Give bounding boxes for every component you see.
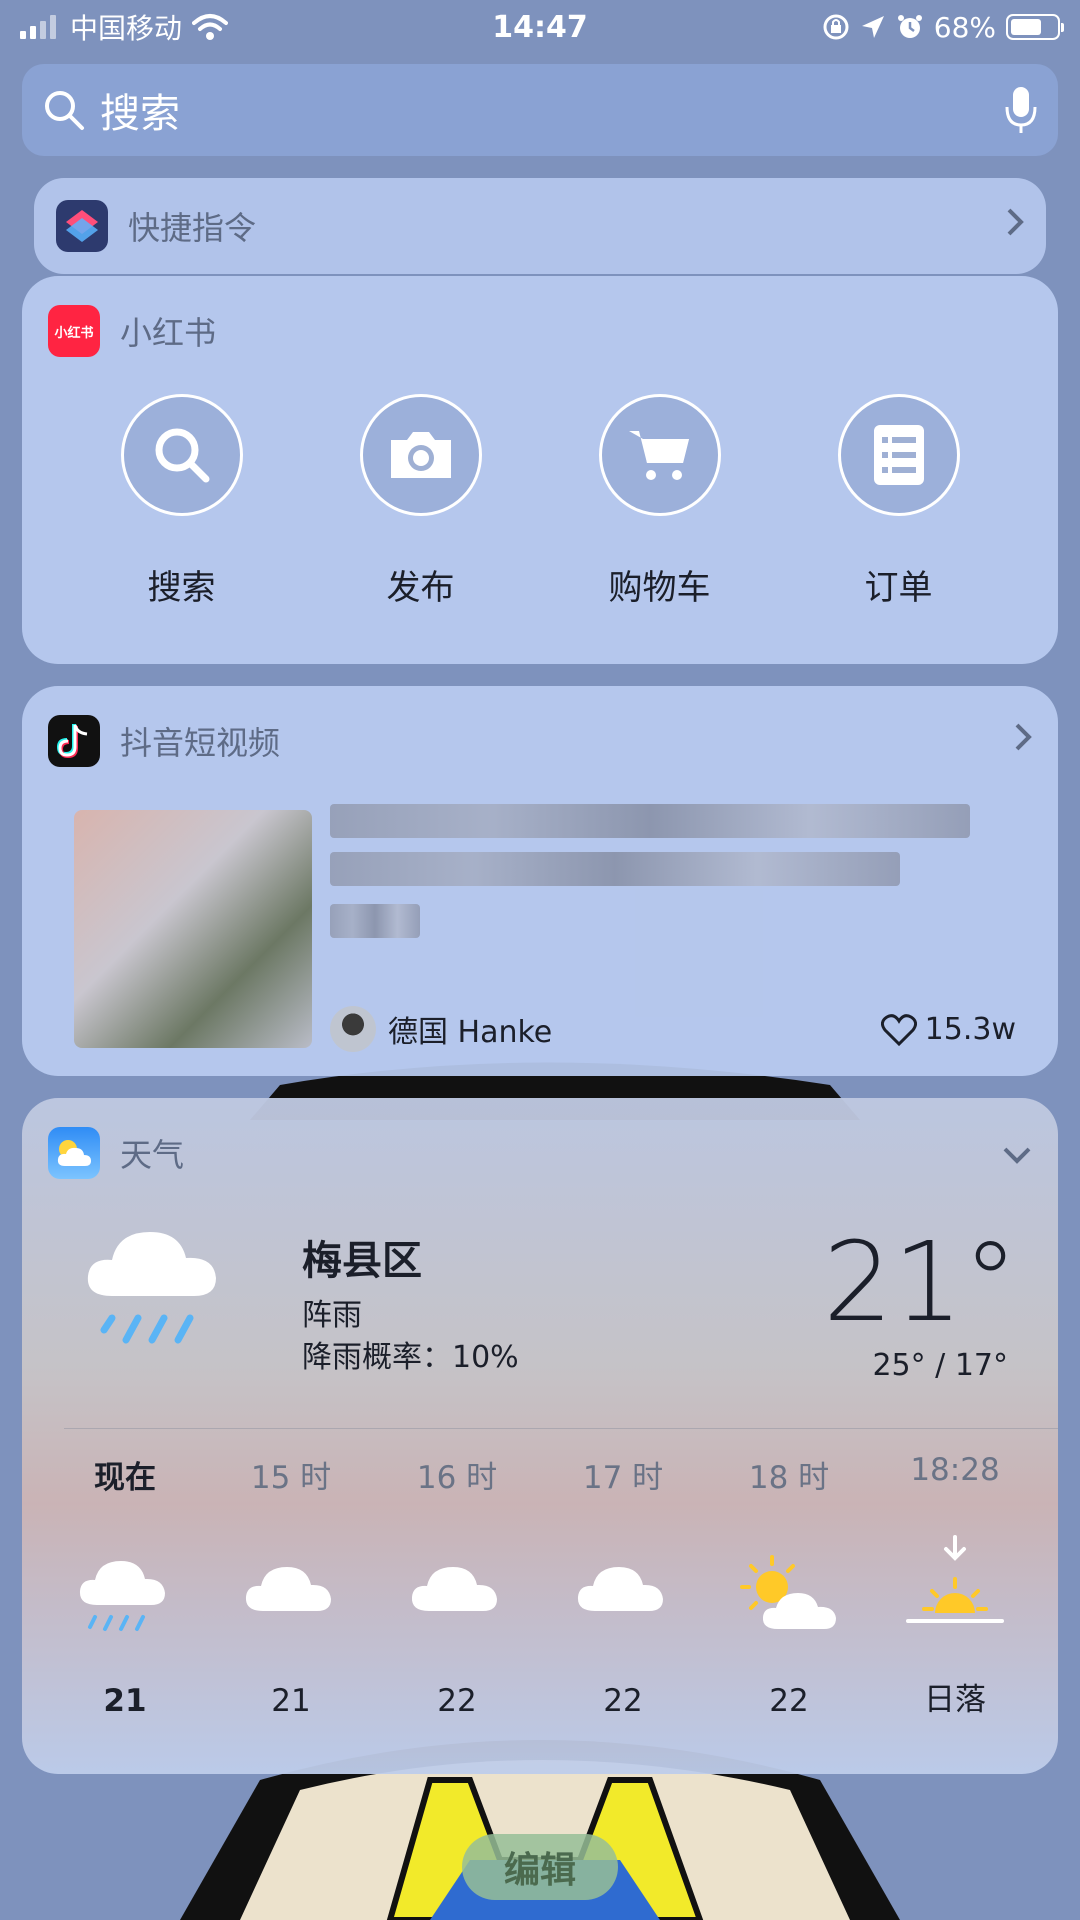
mic-icon[interactable] [1004, 85, 1038, 135]
shortcuts-widget[interactable]: 快捷指令 [34, 178, 1046, 274]
hourly-forecast: 现在 21 15 时 21 16 时 22 17 时 22 18 时 22 18… [22, 1452, 1058, 1719]
hour-forecast: 现在 21 [42, 1452, 208, 1719]
search-icon[interactable] [120, 394, 243, 516]
hour-value: 22 [603, 1683, 643, 1719]
weather-condition: 阵雨 [302, 1298, 362, 1333]
battery-percent: 68% [933, 10, 996, 44]
hour-value: 21 [271, 1683, 311, 1719]
hour-forecast: 18 时 22 [706, 1452, 872, 1719]
wifi-icon [192, 14, 229, 40]
cloud-icon [577, 1567, 663, 1611]
douyin-title: 抖音短视频 [120, 724, 281, 762]
edit-button[interactable]: 编辑 [462, 1834, 618, 1900]
weather-app-icon [48, 1127, 100, 1179]
search-icon [45, 91, 84, 130]
hour-forecast: 17 时 22 [540, 1452, 706, 1719]
xhs-orders-action[interactable]: 订单 [799, 394, 999, 609]
chevron-down-icon[interactable] [1002, 1133, 1032, 1173]
temperature-range: 25° / 17° [872, 1348, 1008, 1383]
video-caption-blurred [330, 804, 970, 952]
xhs-cart-action[interactable]: 购物车 [560, 394, 760, 609]
signal-icon [20, 15, 56, 39]
rotation-lock-icon [823, 14, 849, 40]
douyin-widget[interactable]: 抖音短视频 德国 Hanke 15.3w [22, 686, 1058, 1076]
hour-forecast: 15 时 21 [208, 1452, 374, 1719]
video-thumbnail[interactable] [74, 810, 312, 1048]
partly-sunny-icon [740, 1555, 836, 1629]
battery-icon [1006, 14, 1064, 40]
list-icon[interactable] [837, 394, 960, 516]
shortcuts-app-icon [56, 200, 108, 252]
xhs-action-label: 发布 [386, 568, 455, 608]
carrier-name: 中国移动 [70, 12, 183, 45]
weather-city: 梅县区 [302, 1238, 422, 1284]
cart-icon[interactable] [598, 394, 721, 516]
hour-label: 现在 [94, 1460, 156, 1496]
xiaohongshu-app-icon: 小红书 [48, 305, 100, 357]
xiaohongshu-title: 小红书 [120, 314, 217, 352]
like-count: 15.3w [880, 1012, 1016, 1047]
shortcuts-title: 快捷指令 [128, 209, 257, 247]
hour-label: 15 时 [250, 1460, 332, 1496]
alarm-icon [897, 15, 922, 38]
clock: 14:47 [492, 9, 588, 45]
xhs-action-label: 搜索 [147, 568, 216, 608]
chevron-right-icon[interactable] [1014, 721, 1032, 761]
chevron-right-icon[interactable] [1006, 206, 1024, 246]
hour-label: 18 时 [748, 1460, 830, 1496]
xhs-action-label: 购物车 [608, 568, 711, 608]
hour-label: 18:28 [910, 1452, 1000, 1488]
hour-forecast: 18:28 日落 [872, 1452, 1038, 1719]
author-name: 德国 Hanke [388, 1015, 553, 1050]
xiaohongshu-widget: 小红书 小红书 搜索 发布 购物车 订单 [22, 276, 1058, 664]
hour-value: 日落 [924, 1682, 986, 1718]
avatar [330, 1006, 376, 1052]
hour-forecast: 16 时 22 [374, 1452, 540, 1719]
hour-label: 17 时 [582, 1460, 664, 1496]
hour-value: 22 [769, 1683, 809, 1719]
xhs-action-label: 订单 [864, 568, 933, 608]
rain-chance: 降雨概率：10% [302, 1340, 519, 1375]
xhs-search-action[interactable]: 搜索 [82, 394, 282, 609]
hour-value: 22 [437, 1683, 477, 1719]
status-bar: 中国移动 14:47 68% [0, 0, 1080, 54]
hour-label: 16 时 [416, 1460, 498, 1496]
cloud-icon [245, 1567, 331, 1611]
search-bar[interactable]: 搜索 [22, 64, 1058, 156]
weather-title: 天气 [120, 1136, 185, 1174]
video-author[interactable]: 德国 Hanke [330, 1006, 552, 1052]
current-temperature: 21° [823, 1218, 1018, 1346]
heart-icon [880, 1013, 917, 1046]
rain-cloud-icon [79, 1561, 165, 1631]
douyin-app-icon [48, 715, 100, 767]
weather-widget[interactable]: 天气 梅县区 阵雨 降雨概率：10% 21° 25° / 17° 现在 21 1… [22, 1098, 1058, 1774]
hour-value: 21 [103, 1683, 147, 1719]
location-icon [861, 16, 884, 38]
rain-cloud-icon [87, 1232, 216, 1344]
xhs-publish-action[interactable]: 发布 [321, 394, 521, 609]
sunset-icon [906, 1535, 1004, 1623]
divider [64, 1428, 1058, 1429]
cloud-icon [411, 1567, 497, 1611]
search-input[interactable]: 搜索 [100, 81, 1004, 139]
camera-icon[interactable] [359, 394, 482, 516]
